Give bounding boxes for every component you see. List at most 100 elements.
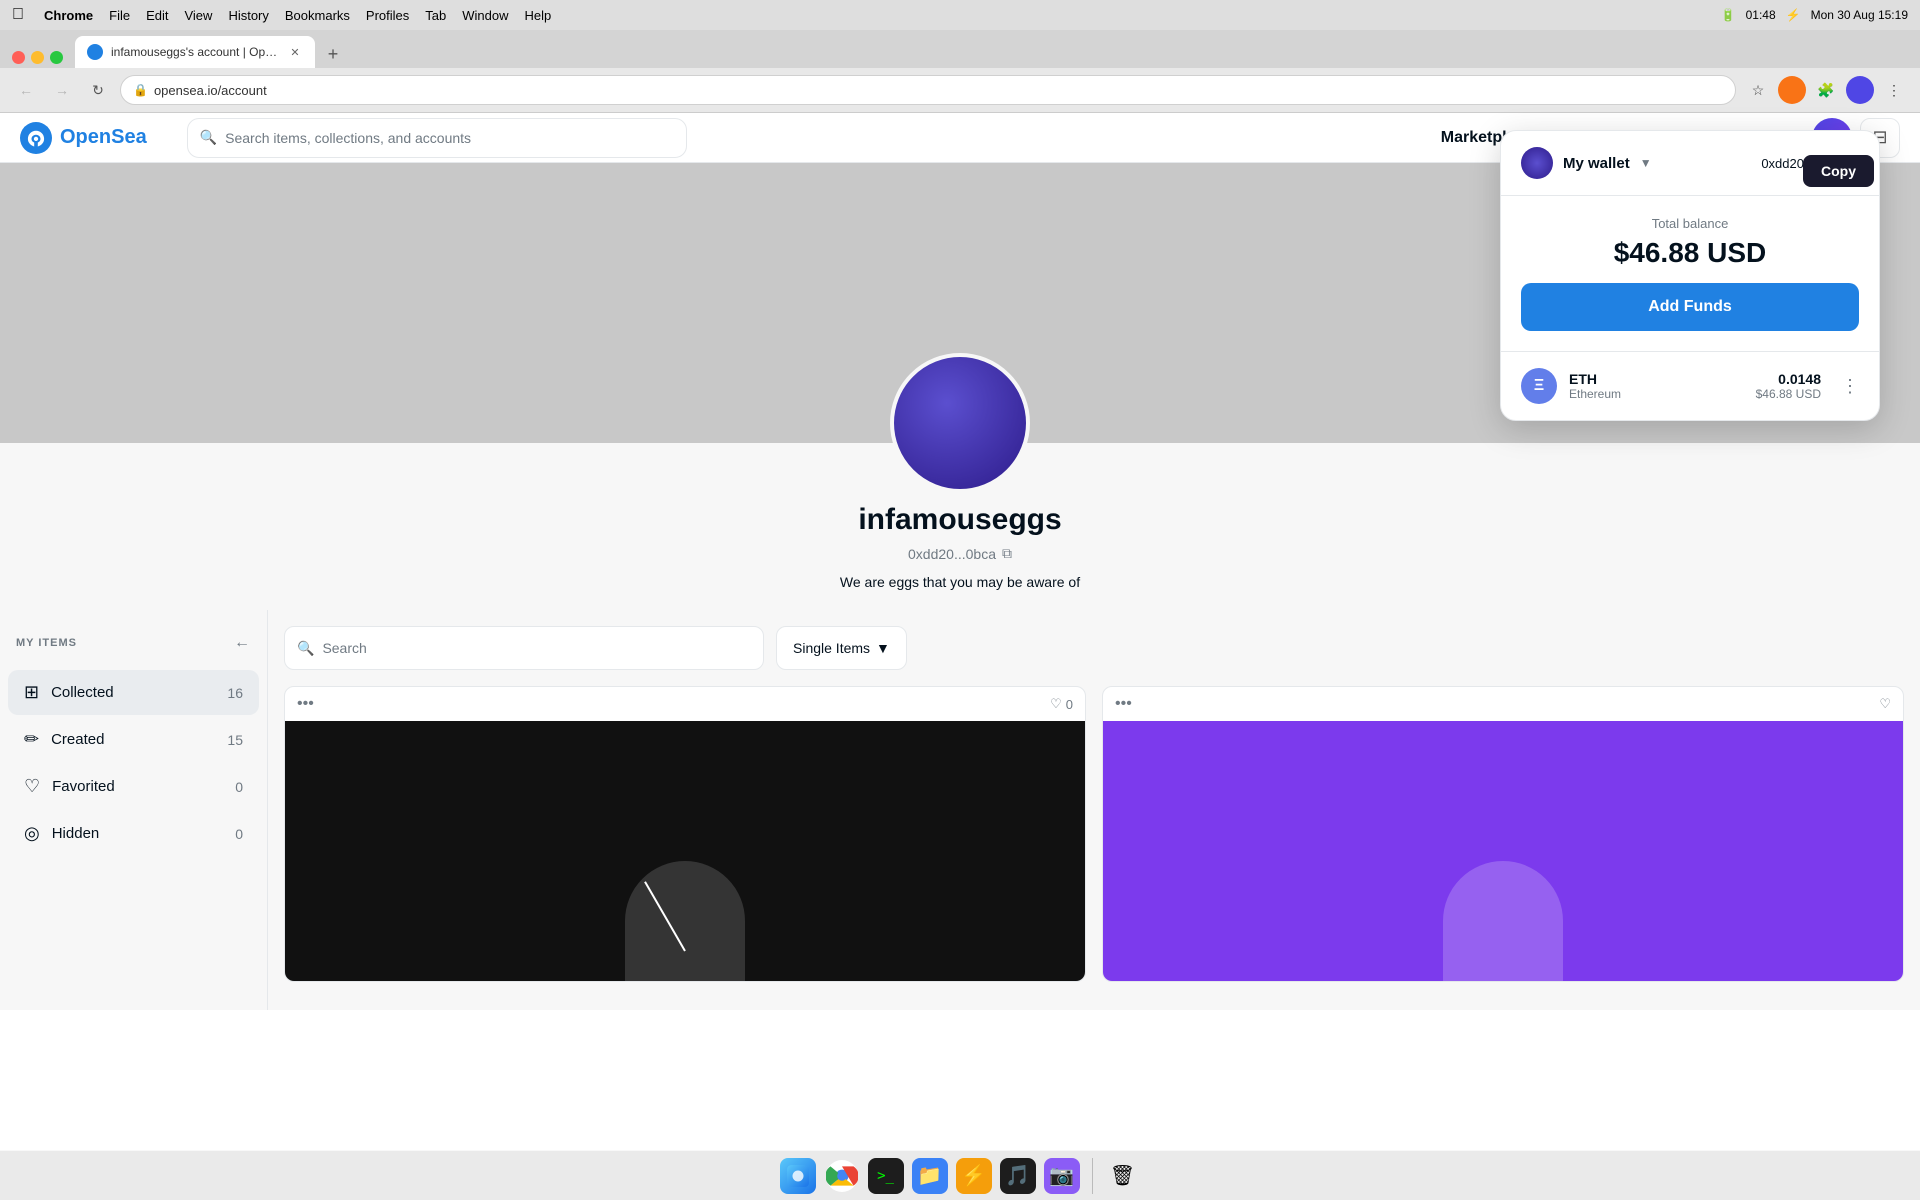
- macos-dock: >_ 📁 ⚡ 🎵 📷 🗑: [0, 1150, 1920, 1200]
- address-bar[interactable]: 🔒 opensea.io/account: [120, 75, 1736, 105]
- dock-capture-icon[interactable]: 📷: [1044, 1158, 1080, 1194]
- tab-title: infamouseggs's account | Ope...: [111, 45, 279, 59]
- apple-logo-icon[interactable]: : [12, 6, 24, 24]
- nft-clock-hand: [644, 881, 686, 951]
- dock-divider: [1092, 1158, 1093, 1194]
- nft-card-2-menu-btn[interactable]: •••: [1115, 695, 1132, 713]
- tab-close-btn[interactable]: ✕: [287, 44, 303, 60]
- bookmark-btn[interactable]: ☆: [1744, 76, 1772, 104]
- eth-icon: Ξ: [1521, 368, 1557, 404]
- single-items-filter-btn[interactable]: Single Items ▼: [776, 626, 907, 670]
- nft-grid: ••• ♡ 0 •••: [284, 686, 1904, 982]
- profile-bio: We are eggs that you may be aware of: [20, 574, 1900, 590]
- user-profile-btn[interactable]: [1846, 76, 1874, 104]
- token-balance: 0.0148 $46.88 USD: [1756, 371, 1821, 401]
- wallet-copy-address-btn[interactable]: ⧉: [1849, 155, 1859, 172]
- nft-card-2-header: ••• ♡: [1103, 687, 1903, 721]
- sidebar-hidden-label: Hidden: [52, 825, 223, 842]
- more-options-btn[interactable]: ⋮: [1880, 76, 1908, 104]
- menu-window[interactable]: Window: [462, 8, 508, 23]
- new-tab-btn[interactable]: +: [319, 40, 347, 68]
- menu-edit[interactable]: Edit: [146, 8, 168, 23]
- menu-history[interactable]: History: [228, 8, 268, 23]
- wallet-balance-section: Total balance $46.88 USD Add Funds: [1501, 196, 1879, 352]
- sidebar-created-label: Created: [51, 731, 215, 748]
- browser-toolbar: ← → ↻ 🔒 opensea.io/account ☆ 🧩 ⋮: [0, 68, 1920, 112]
- copy-address-btn[interactable]: ⧉: [1002, 545, 1012, 562]
- heart-icon: ♡: [1050, 696, 1062, 712]
- dock-lightning-icon[interactable]: ⚡: [956, 1158, 992, 1194]
- nft-card-1-menu-btn[interactable]: •••: [297, 695, 314, 713]
- opensea-logo[interactable]: OpenSea: [20, 122, 147, 154]
- add-funds-btn[interactable]: Add Funds: [1521, 283, 1859, 331]
- menubar-right-icons: 🔋 01:48 ⚡ Mon 30 Aug 15:19: [1721, 8, 1908, 22]
- sidebar-item-favorited[interactable]: ♡ Favorited 0: [8, 764, 259, 809]
- sidebar-header-label: MY ITEMS: [16, 637, 77, 649]
- wallet-panel: My wallet ▼ 0xdd20...0bca ⧉ Total balanc…: [1500, 130, 1880, 421]
- nft-card-1[interactable]: ••• ♡ 0: [284, 686, 1086, 982]
- dock-trash-icon[interactable]: 🗑: [1105, 1158, 1141, 1194]
- wallet-token-row: Ξ ETH Ethereum 0.0148 $46.88 USD ⋮: [1501, 352, 1879, 420]
- menu-help[interactable]: Help: [525, 8, 552, 23]
- sidebar: MY ITEMS ← ⊞ Collected 16 ✏ Created 15: [0, 610, 268, 1010]
- wallet-chevron-icon: ▼: [1640, 156, 1652, 170]
- collected-icon: ⊞: [24, 682, 39, 703]
- back-btn[interactable]: ←: [12, 76, 40, 104]
- nav-search-bar[interactable]: 🔍 Search items, collections, and account…: [187, 118, 687, 158]
- browser-tab-opensea[interactable]: infamouseggs's account | Ope... ✕: [75, 36, 315, 68]
- menu-bookmarks[interactable]: Bookmarks: [285, 8, 350, 23]
- sidebar-collected-count: 16: [227, 685, 243, 701]
- app-name[interactable]: Chrome: [44, 8, 93, 23]
- nft-card-2-like-btn[interactable]: ♡: [1879, 696, 1891, 712]
- close-window-btn[interactable]: [12, 51, 25, 64]
- sidebar-item-created[interactable]: ✏ Created 15: [8, 717, 259, 762]
- items-area: 🔍 Search Single Items ▼ •••: [268, 610, 1920, 1010]
- sidebar-back-btn[interactable]: ←: [234, 634, 251, 652]
- dock-terminal-icon[interactable]: >_: [868, 1158, 904, 1194]
- menu-tab[interactable]: Tab: [425, 8, 446, 23]
- profile-address-row: 0xdd20...0bca ⧉: [20, 545, 1900, 562]
- token-name: ETH: [1569, 371, 1744, 387]
- sidebar-collected-label: Collected: [51, 684, 215, 701]
- extension-fox-btn[interactable]: [1778, 76, 1806, 104]
- url-text: opensea.io/account: [154, 83, 267, 98]
- token-menu-btn[interactable]: ⋮: [1841, 376, 1859, 397]
- sidebar-item-hidden[interactable]: ◎ Hidden 0: [8, 811, 259, 856]
- dock-finder-icon[interactable]: [780, 1158, 816, 1194]
- wallet-address-row: 0xdd20...0bca ⧉: [1761, 155, 1859, 172]
- menu-profiles[interactable]: Profiles: [366, 8, 409, 23]
- dock-files-icon[interactable]: 📁: [912, 1158, 948, 1194]
- reload-btn[interactable]: ↻: [84, 76, 112, 104]
- minimize-window-btn[interactable]: [31, 51, 44, 64]
- content-area: MY ITEMS ← ⊞ Collected 16 ✏ Created 15: [0, 610, 1920, 1010]
- profile-avatar: [890, 353, 1030, 493]
- battery-icon: 🔋: [1721, 8, 1736, 22]
- battery-time: 01:48: [1746, 8, 1776, 22]
- items-toolbar: 🔍 Search Single Items ▼: [284, 626, 1904, 670]
- token-usd: $46.88 USD: [1756, 387, 1821, 401]
- profile-username: infamouseggs: [20, 503, 1900, 537]
- nft-card-2[interactable]: ••• ♡: [1102, 686, 1904, 982]
- extension-puzzle-btn[interactable]: 🧩: [1812, 76, 1840, 104]
- menu-file[interactable]: File: [109, 8, 130, 23]
- dock-music-icon[interactable]: 🎵: [1000, 1158, 1036, 1194]
- maximize-window-btn[interactable]: [50, 51, 63, 64]
- items-search-bar[interactable]: 🔍 Search: [284, 626, 764, 670]
- wallet-balance-amount: $46.88 USD: [1521, 237, 1859, 269]
- browser-tabs: infamouseggs's account | Ope... ✕ +: [0, 30, 1920, 68]
- opensea-logo-icon: [20, 122, 52, 154]
- single-items-label: Single Items: [793, 640, 870, 656]
- browser-page: OpenSea 🔍 Search items, collections, and…: [0, 113, 1920, 1151]
- dock-chrome-icon[interactable]: [824, 1158, 860, 1194]
- wallet-user[interactable]: My wallet ▼: [1521, 147, 1652, 179]
- heart-icon-2: ♡: [1879, 696, 1891, 712]
- hidden-icon: ◎: [24, 823, 40, 844]
- nft-card-1-like-btn[interactable]: ♡ 0: [1050, 696, 1073, 712]
- menu-view[interactable]: View: [184, 8, 212, 23]
- forward-btn[interactable]: →: [48, 76, 76, 104]
- sidebar-favorited-label: Favorited: [52, 778, 223, 795]
- sidebar-created-count: 15: [227, 732, 243, 748]
- wallet-name: My wallet: [1563, 155, 1630, 172]
- sidebar-item-collected[interactable]: ⊞ Collected 16: [8, 670, 259, 715]
- wallet-balance-label: Total balance: [1521, 216, 1859, 231]
